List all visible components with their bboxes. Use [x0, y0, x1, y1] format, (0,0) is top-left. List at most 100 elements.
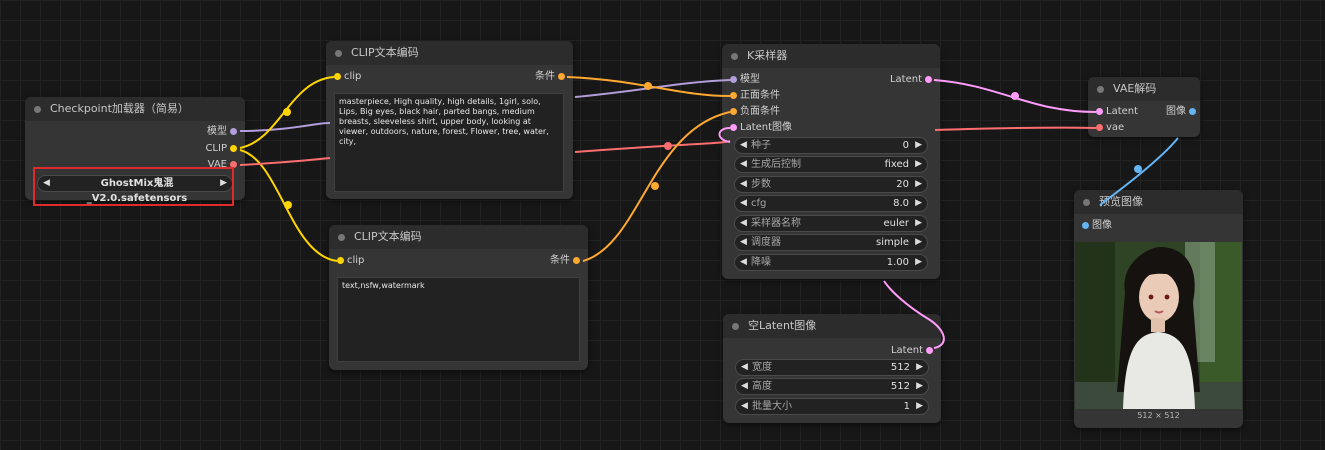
arrow-left-icon[interactable]: ◀	[740, 157, 747, 172]
conditioning-port-icon[interactable]	[730, 92, 737, 99]
collapse-dot[interactable]	[338, 234, 345, 241]
output-model[interactable]: 模型	[207, 125, 237, 139]
collapse-dot[interactable]	[1083, 199, 1090, 206]
input-vae[interactable]: vae	[1096, 121, 1124, 135]
prompt-textarea[interactable]: masterpiece, High quality, high details,…	[334, 93, 564, 192]
cfg-widget[interactable]: ◀ cfg 8.0 ▶	[734, 195, 928, 212]
node-title[interactable]: CLIP文本编码	[329, 225, 588, 249]
arrow-left-icon[interactable]: ◀	[741, 379, 748, 394]
conditioning-port-icon[interactable]	[573, 257, 580, 264]
input-latent-image[interactable]: Latent图像	[730, 121, 792, 135]
node-title-text: K采样器	[747, 49, 788, 62]
empty-latent-node[interactable]: 空Latent图像 Latent ◀ 宽度 512 ▶ ◀ 高度 512 ▶ ◀ 批量大小 1 ▶	[723, 314, 941, 423]
node-title[interactable]: K采样器	[722, 44, 940, 68]
latent-port-icon[interactable]	[1096, 108, 1103, 115]
clip-port-icon[interactable]	[337, 257, 344, 264]
collapse-dot[interactable]	[732, 323, 739, 330]
arrow-right-icon[interactable]: ▶	[915, 138, 922, 153]
collapse-dot[interactable]	[335, 50, 342, 57]
wire-cond-neg	[582, 111, 731, 262]
arrow-left-icon[interactable]: ◀	[740, 138, 747, 153]
collapse-dot[interactable]	[731, 53, 738, 60]
generated-image-icon	[1075, 242, 1242, 409]
node-title[interactable]: 预览图像	[1074, 190, 1243, 214]
steps-widget[interactable]: ◀ 步数 20 ▶	[734, 176, 928, 193]
node-title[interactable]: Checkpoint加载器（简易）	[25, 97, 245, 121]
preview-image-node[interactable]: 预览图像 图像 512 × 512	[1074, 190, 1243, 428]
image-port-icon[interactable]	[1189, 108, 1196, 115]
preview-image[interactable]	[1075, 242, 1242, 409]
selection-highlight	[33, 167, 234, 206]
vae-port-icon[interactable]	[1096, 124, 1103, 131]
output-conditioning[interactable]: 条件	[550, 254, 580, 268]
height-widget[interactable]: ◀ 高度 512 ▶	[735, 378, 929, 395]
node-title[interactable]: CLIP文本编码	[326, 41, 573, 65]
arrow-right-icon[interactable]: ▶	[915, 216, 922, 231]
input-clip[interactable]: clip	[334, 70, 361, 84]
arrow-right-icon[interactable]: ▶	[916, 360, 923, 375]
batch-size-widget[interactable]: ◀ 批量大小 1 ▶	[735, 398, 929, 415]
latent-port-icon[interactable]	[926, 347, 933, 354]
conditioning-port-icon[interactable]	[558, 73, 565, 80]
output-latent[interactable]: Latent	[891, 344, 933, 358]
arrow-right-icon[interactable]: ▶	[915, 177, 922, 192]
seed-widget[interactable]: ◀ 种子 0 ▶	[734, 137, 928, 154]
model-port-icon[interactable]	[730, 76, 737, 83]
vae-decode-node[interactable]: VAE解码 Latent 图像 vae	[1088, 77, 1200, 137]
latent-port-icon[interactable]	[925, 76, 932, 83]
width-widget[interactable]: ◀ 宽度 512 ▶	[735, 359, 929, 376]
input-model[interactable]: 模型	[730, 73, 760, 87]
node-title-text: VAE解码	[1113, 82, 1157, 95]
collapse-dot[interactable]	[34, 106, 41, 113]
arrow-left-icon[interactable]: ◀	[740, 196, 747, 211]
clip-port-icon[interactable]	[334, 73, 341, 80]
model-port-icon[interactable]	[230, 128, 237, 135]
latent-port-icon[interactable]	[730, 124, 737, 131]
node-title-text: Checkpoint加载器（简易）	[50, 102, 189, 115]
node-title-text: CLIP文本编码	[354, 230, 422, 243]
image-size-caption: 512 × 512	[1137, 411, 1180, 420]
wire-clip-neg	[239, 149, 338, 262]
output-latent[interactable]: Latent	[890, 73, 932, 87]
output-clip[interactable]: CLIP	[205, 142, 237, 156]
denoise-widget[interactable]: ◀ 降噪 1.00 ▶	[734, 254, 928, 271]
arrow-right-icon[interactable]: ▶	[915, 196, 922, 211]
output-image[interactable]: 图像	[1166, 105, 1196, 119]
prompt-textarea[interactable]: text,nsfw,watermark	[337, 277, 580, 362]
arrow-right-icon[interactable]: ▶	[915, 255, 922, 270]
image-port-icon[interactable]	[1082, 222, 1089, 229]
arrow-right-icon[interactable]: ▶	[916, 379, 923, 394]
input-clip[interactable]: clip	[337, 254, 364, 268]
node-title[interactable]: 空Latent图像	[723, 314, 941, 338]
node-title-text: 预览图像	[1099, 195, 1143, 208]
arrow-left-icon[interactable]: ◀	[741, 360, 748, 375]
control-after-generate-widget[interactable]: ◀ 生成后控制 fixed ▶	[734, 156, 928, 173]
node-title-text: CLIP文本编码	[351, 46, 419, 59]
arrow-right-icon[interactable]: ▶	[915, 157, 922, 172]
input-latent[interactable]: Latent	[1096, 105, 1138, 119]
input-negative[interactable]: 负面条件	[730, 105, 780, 119]
output-conditioning[interactable]: 条件	[535, 70, 565, 84]
input-image[interactable]: 图像	[1082, 219, 1112, 233]
arrow-left-icon[interactable]: ◀	[740, 216, 747, 231]
node-title-text: 空Latent图像	[748, 319, 817, 332]
scheduler-widget[interactable]: ◀ 调度器 simple ▶	[734, 234, 928, 251]
clip-text-encode-positive-node[interactable]: CLIP文本编码 clip 条件 masterpiece, High quali…	[326, 41, 573, 199]
arrow-right-icon[interactable]: ▶	[915, 235, 922, 250]
clip-port-icon[interactable]	[230, 145, 237, 152]
arrow-left-icon[interactable]: ◀	[740, 255, 747, 270]
wire-cond-pos	[566, 76, 731, 97]
ksampler-node[interactable]: K采样器 模型 Latent 正面条件 负面条件 Latent图像 ◀ 种子 0 ▶ …	[722, 44, 940, 279]
arrow-left-icon[interactable]: ◀	[740, 235, 747, 250]
wire-latent-decode	[933, 79, 1097, 113]
clip-text-encode-negative-node[interactable]: CLIP文本编码 clip 条件 text,nsfw,watermark	[329, 225, 588, 370]
wire-clip-pos	[239, 76, 335, 149]
input-positive[interactable]: 正面条件	[730, 89, 780, 103]
arrow-right-icon[interactable]: ▶	[916, 399, 923, 414]
arrow-left-icon[interactable]: ◀	[740, 177, 747, 192]
collapse-dot[interactable]	[1097, 86, 1104, 93]
arrow-left-icon[interactable]: ◀	[741, 399, 748, 414]
sampler-name-widget[interactable]: ◀ 采样器名称 euler ▶	[734, 215, 928, 232]
conditioning-port-icon[interactable]	[730, 108, 737, 115]
node-title[interactable]: VAE解码	[1088, 77, 1200, 101]
